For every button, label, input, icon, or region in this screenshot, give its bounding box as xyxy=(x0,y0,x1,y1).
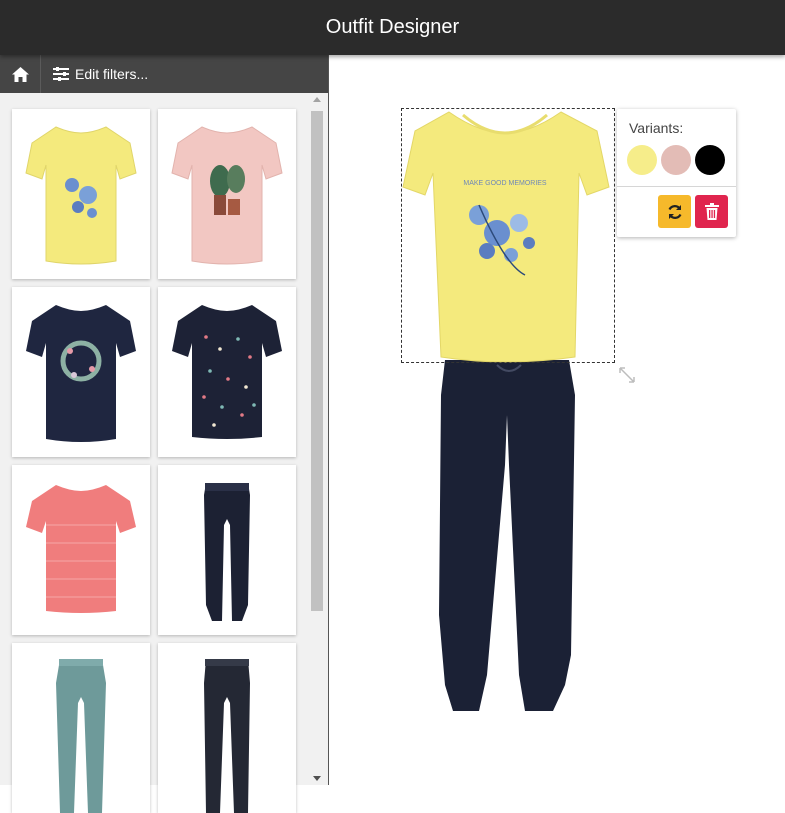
scroll-up-arrow-icon[interactable] xyxy=(313,97,321,102)
edit-filters-button[interactable]: Edit filters... xyxy=(41,55,148,93)
variants-label: Variants: xyxy=(629,120,684,136)
variant-swatch-yellow[interactable] xyxy=(627,145,657,175)
sidebar-scrollbar[interactable] xyxy=(309,93,325,785)
product-card[interactable] xyxy=(12,465,150,635)
product-grid xyxy=(12,109,302,813)
resize-handle-icon[interactable] xyxy=(617,365,637,385)
product-yellow-floral-tshirt-image xyxy=(25,126,137,265)
swap-item-button[interactable] xyxy=(658,195,691,228)
home-button[interactable] xyxy=(0,55,41,93)
product-teal-pants-image xyxy=(56,659,106,813)
product-card[interactable] xyxy=(12,287,150,457)
product-dark-denim-pants-image xyxy=(204,659,250,813)
sliders-icon xyxy=(53,67,69,81)
product-card[interactable] xyxy=(158,109,296,279)
product-navy-wreath-tshirt-image xyxy=(26,305,136,442)
variant-swatch-black[interactable] xyxy=(695,145,725,175)
product-card[interactable] xyxy=(12,643,150,813)
scroll-down-arrow-icon[interactable] xyxy=(313,776,321,781)
home-icon xyxy=(11,66,29,82)
app-title: Outfit Designer xyxy=(325,16,460,38)
product-pink-leaf-tshirt-image xyxy=(171,126,283,265)
variants-panel: Variants: xyxy=(617,109,736,237)
product-card[interactable] xyxy=(158,643,296,813)
variant-swatch-pink[interactable] xyxy=(661,145,691,175)
scrollbar-thumb[interactable] xyxy=(311,111,323,611)
product-navy-dotted-tshirt-image xyxy=(172,305,282,439)
trash-icon xyxy=(704,203,719,220)
delete-item-button[interactable] xyxy=(695,195,728,228)
selection-box[interactable] xyxy=(401,108,615,363)
edit-filters-label: Edit filters... xyxy=(75,66,149,82)
refresh-icon xyxy=(668,204,681,219)
product-coral-striped-tshirt-image xyxy=(26,485,136,613)
product-card[interactable] xyxy=(158,465,296,635)
product-navy-jogger-pants-image xyxy=(204,483,250,621)
product-card[interactable] xyxy=(158,287,296,457)
canvas-bottom-pants[interactable] xyxy=(439,360,575,711)
sidebar-toolbar: Edit filters... xyxy=(0,55,328,93)
panel-divider xyxy=(617,186,736,187)
product-sidebar: Edit filters... xyxy=(0,55,329,813)
app-title-bar: Outfit Designer xyxy=(0,0,785,55)
product-card[interactable] xyxy=(12,109,150,279)
